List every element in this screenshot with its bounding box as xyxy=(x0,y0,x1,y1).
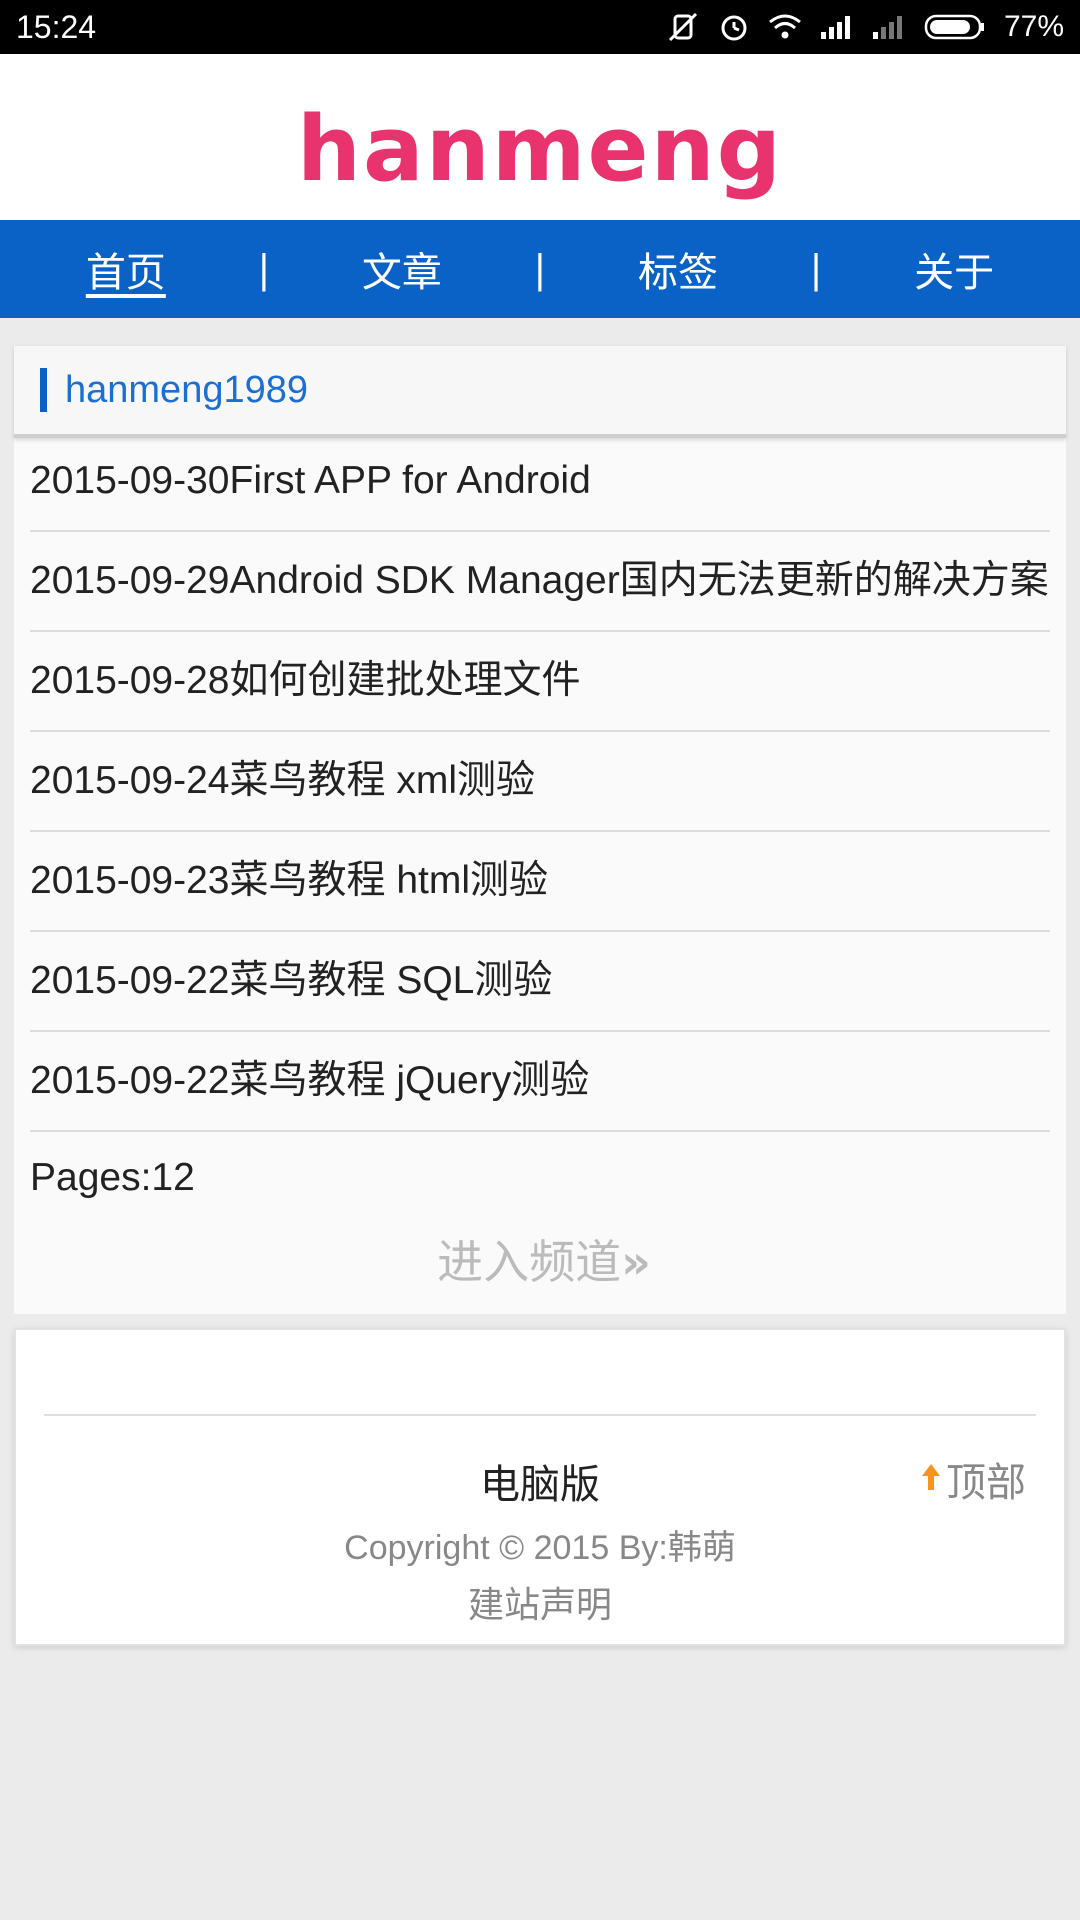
site-footer: 电脑版 顶部 Copyright © 2015 By:韩萌 建站声明 xyxy=(14,1328,1066,1646)
nav-item-tags[interactable]: 标签 xyxy=(638,240,718,298)
footer-divider xyxy=(44,1414,1036,1416)
copyright-text: Copyright © 2015 By:韩萌 xyxy=(344,1529,736,1567)
nav-separator: | xyxy=(809,247,823,291)
battery-percent: 77% xyxy=(1003,10,1064,43)
panel-title[interactable]: hanmeng1989 xyxy=(65,369,308,412)
status-time: 15:24 xyxy=(16,8,97,45)
signal-weak-icon xyxy=(872,14,906,40)
nav-item-home[interactable]: 首页 xyxy=(86,240,166,298)
enter-channel-link[interactable]: 进入频道» xyxy=(14,1212,1066,1314)
panel-header-accent xyxy=(40,368,47,412)
article-item[interactable]: 2015-09-23菜鸟教程 html测验 xyxy=(30,832,1050,932)
battery-icon xyxy=(924,13,986,41)
nav-item-articles[interactable]: 文章 xyxy=(362,240,442,298)
back-to-top-label: 顶部 xyxy=(946,1460,1026,1506)
nav-separator: | xyxy=(257,247,271,291)
desktop-version-link[interactable]: 电脑版 xyxy=(16,1452,1064,1510)
article-item[interactable]: 2015-09-22菜鸟教程 jQuery测验 xyxy=(30,1032,1050,1132)
nav-item-about[interactable]: 关于 xyxy=(914,240,994,298)
site-header: hanmeng xyxy=(0,54,1080,220)
signal-icon xyxy=(820,14,854,40)
site-statement-link[interactable]: 建站声明 xyxy=(16,1576,1064,1628)
back-to-top-link[interactable]: 顶部 xyxy=(920,1450,1026,1508)
article-item[interactable]: 2015-09-29Android SDK Manager国内无法更新的解决方案 xyxy=(30,532,1050,632)
article-item[interactable]: 2015-09-22菜鸟教程 SQL测验 xyxy=(30,932,1050,1032)
alarm-icon xyxy=(718,11,750,43)
main-nav: 首页 | 文章 | 标签 | 关于 xyxy=(0,220,1080,318)
nav-separator: | xyxy=(533,247,547,291)
article-item[interactable]: 2015-09-28如何创建批处理文件 xyxy=(30,632,1050,732)
arrow-up-icon xyxy=(920,1456,942,1502)
enter-channel-label: 进入频道 xyxy=(437,1235,622,1289)
page-count: Pages:12 xyxy=(30,1156,195,1199)
double-chevron-right-icon: » xyxy=(621,1235,651,1289)
status-bar: 15:24 77% xyxy=(0,0,1080,54)
article-item[interactable]: 2015-09-24菜鸟教程 xml测验 xyxy=(30,732,1050,832)
vibrate-off-icon xyxy=(666,10,700,44)
wifi-icon xyxy=(768,13,802,41)
status-icons: 77% xyxy=(666,10,1064,44)
article-panel: hanmeng1989 2015-09-30First APP for Andr… xyxy=(14,346,1066,1314)
site-logo[interactable]: hanmeng xyxy=(297,97,783,202)
panel-header: hanmeng1989 xyxy=(14,346,1066,438)
article-item[interactable]: 2015-09-30First APP for Android xyxy=(30,438,1050,532)
article-list: 2015-09-30First APP for Android 2015-09-… xyxy=(14,438,1066,1132)
